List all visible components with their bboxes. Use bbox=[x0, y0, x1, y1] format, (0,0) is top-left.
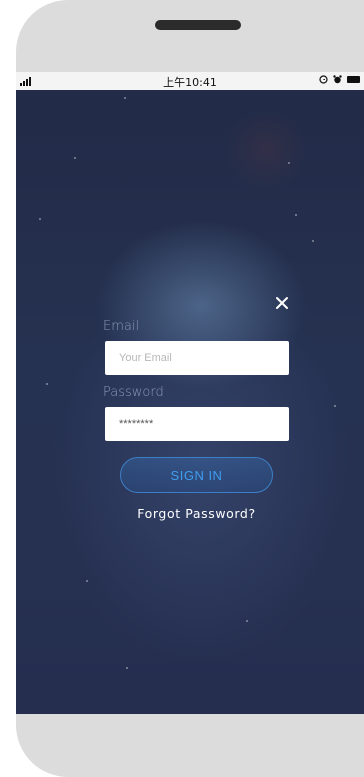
alarm-icon bbox=[319, 75, 328, 84]
sign-in-button[interactable]: SIGN IN bbox=[120, 457, 273, 493]
email-field[interactable] bbox=[105, 341, 289, 375]
email-label: Email bbox=[103, 319, 140, 334]
system-icons bbox=[319, 75, 360, 84]
login-screen: Email Password SIGN IN Forgot Password? bbox=[16, 90, 364, 714]
status-time: 上午10:41 bbox=[163, 76, 217, 89]
phone-frame: 上午10:41 Email Your Email Password ******… bbox=[16, 0, 364, 777]
battery-icon bbox=[347, 76, 360, 83]
close-icon[interactable] bbox=[273, 294, 291, 312]
forgot-password-link[interactable]: Forgot Password? bbox=[120, 506, 273, 521]
status-bar: 上午10:41 bbox=[16, 72, 364, 90]
alarm-clock-icon bbox=[333, 75, 342, 84]
password-label: Password bbox=[103, 385, 164, 400]
phone-speaker bbox=[155, 20, 241, 30]
password-field[interactable] bbox=[105, 407, 289, 441]
